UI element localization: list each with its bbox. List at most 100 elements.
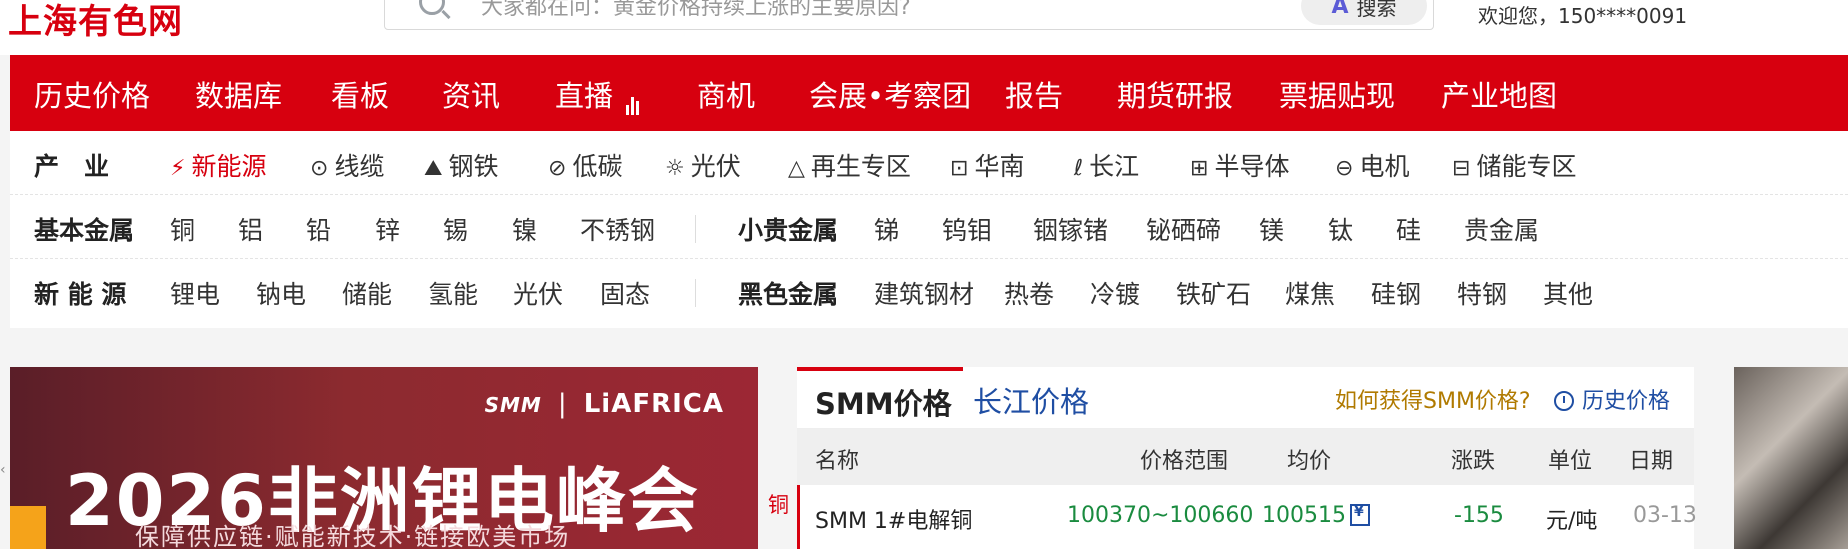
- category-energy-storage[interactable]: ⊟ 储能专区: [1452, 147, 1576, 183]
- metal-group-label: 铜: [768, 493, 789, 517]
- nav-item-database[interactable]: 数据库: [195, 73, 282, 115]
- leaf-icon: ⊘: [548, 156, 567, 181]
- table-row[interactable]: SMM 1#电解铜 100370~100660 100515 -155 元/吨 …: [797, 485, 1697, 549]
- category-copper[interactable]: 铜: [170, 211, 195, 247]
- category-new-energy[interactable]: ⚡ 新能源: [170, 147, 266, 183]
- search-input[interactable]: 大家都在问：黄金价格持续上涨的主要原因?: [481, 0, 911, 21]
- search-bar[interactable]: 大家都在问：黄金价格持续上涨的主要原因? A 搜索: [384, 0, 1434, 30]
- price-table-header: 名称 价格范围 均价 涨跌 单位 日期: [797, 429, 1694, 485]
- how-to-get-price-link[interactable]: 如何获得SMM价格?: [1335, 383, 1531, 415]
- category-south-china[interactable]: ⊡ 华南: [950, 147, 1024, 183]
- category-indium-gallium-germanium[interactable]: 铟镓锗: [1033, 211, 1108, 247]
- category-silicon-steel[interactable]: 硅钢: [1371, 275, 1421, 311]
- category-motor[interactable]: ⊖ 电机: [1335, 147, 1409, 183]
- category-recycling[interactable]: △ 再生专区: [788, 147, 911, 183]
- category-storage[interactable]: 储能: [342, 275, 392, 311]
- category-pv[interactable]: ☼ 光伏: [665, 147, 741, 183]
- nav-item-bill-discount[interactable]: 票据贴现: [1279, 73, 1395, 115]
- nav-item-reports[interactable]: 报告: [1005, 73, 1063, 115]
- category-title-ferrous-metals: 黑色金属: [738, 280, 839, 309]
- river-icon: ℓ: [1074, 156, 1084, 181]
- category-photovoltaic[interactable]: 光伏: [513, 275, 563, 311]
- category-panel: 产 业 ⚡ 新能源 ⊙ 线缆 ⛰ 钢铁 ⊘ 低碳 ☼ 光伏 △ 再生专区 ⊡ 华南 ℓ 长江 ⊞…: [10, 131, 1848, 328]
- category-nickel[interactable]: 镍: [512, 211, 537, 247]
- category-sodium-battery[interactable]: 钠电: [256, 275, 306, 311]
- carousel-prev-icon[interactable]: ‹: [0, 462, 6, 478]
- nav-item-industry-map[interactable]: 产业地图: [1441, 73, 1557, 115]
- search-button[interactable]: A 搜索: [1301, 0, 1427, 25]
- sun-icon: ☼: [665, 156, 685, 181]
- row-name[interactable]: SMM 1#电解铜: [815, 503, 972, 535]
- row-unit: 元/吨: [1546, 509, 1598, 534]
- nav-item-exhibition[interactable]: 会展•考察团: [809, 73, 971, 115]
- recycle-icon: △: [788, 156, 805, 181]
- category-cold-galvanized[interactable]: 冷镀: [1090, 275, 1140, 311]
- site-logo[interactable]: 上海有色网: [8, 0, 183, 43]
- banner-smm-logo: SMM: [484, 393, 542, 417]
- category-iron-ore[interactable]: 铁矿石: [1176, 275, 1251, 311]
- battery-icon: ⚡: [170, 156, 186, 181]
- tab-changjiang-price[interactable]: 长江价格: [973, 379, 1089, 421]
- category-low-carbon[interactable]: ⊘ 低碳: [548, 147, 622, 183]
- category-precious-metals[interactable]: 贵金属: [1464, 211, 1539, 247]
- nav-item-live-label: 直播: [555, 79, 614, 113]
- live-bars-icon: [626, 81, 641, 115]
- category-row-industry: 产 业 ⚡ 新能源 ⊙ 线缆 ⛰ 钢铁 ⊘ 低碳 ☼ 光伏 △ 再生专区 ⊡ 华南 ℓ 长江 ⊞…: [10, 131, 1848, 195]
- category-steel[interactable]: ⛰ 钢铁: [424, 147, 499, 183]
- steel-icon: ⛰: [424, 156, 443, 181]
- category-special-steel[interactable]: 特钢: [1457, 275, 1507, 311]
- row-range: 100370~100660: [1067, 503, 1254, 528]
- side-promo-image[interactable]: [1734, 367, 1848, 549]
- search-icon: [419, 0, 445, 15]
- nav-item-dashboard[interactable]: 看板: [331, 73, 389, 115]
- search-button-label: 搜索: [1356, 0, 1397, 20]
- nav-item-history-price[interactable]: 历史价格: [34, 73, 150, 115]
- nav-item-futures[interactable]: 期货研报: [1117, 73, 1233, 115]
- category-lead[interactable]: 铅: [306, 211, 331, 247]
- map-icon: ⊡: [950, 156, 969, 181]
- category-tin[interactable]: 锡: [443, 211, 468, 247]
- floating-side-tab[interactable]: [10, 506, 46, 549]
- category-bismuth-selenium-tellurium[interactable]: 铋硒碲: [1146, 211, 1221, 247]
- column-name: 名称: [815, 449, 860, 474]
- history-price-link[interactable]: 历史价格: [1554, 383, 1670, 415]
- banner-subline: 保障供应链·赋能新技术·链接欧美市场: [135, 523, 571, 549]
- category-other[interactable]: 其他: [1543, 275, 1593, 311]
- category-title-industry: 产 业: [34, 152, 110, 181]
- nav-item-news[interactable]: 资讯: [442, 73, 500, 115]
- category-row-new-energy: 新 能 源 锂电 钠电 储能 氢能 光伏 固态 黑色金属 建筑钢材 热卷 冷镀 …: [10, 259, 1848, 323]
- page: 上海有色网 大家都在问：黄金价格持续上涨的主要原因? A 搜索 欢迎您，150*…: [0, 0, 1848, 549]
- nav-item-live[interactable]: 直播: [555, 73, 641, 115]
- price-calendar-icon[interactable]: [1349, 504, 1370, 526]
- category-tungsten-molybdenum[interactable]: 钨钼: [942, 211, 992, 247]
- price-tabs: SMM价格 长江价格 如何获得SMM价格? 历史价格: [797, 367, 1694, 429]
- category-stainless-steel[interactable]: 不锈钢: [580, 211, 655, 247]
- category-yangtze[interactable]: ℓ 长江: [1074, 147, 1139, 183]
- category-aluminum[interactable]: 铝: [238, 211, 263, 247]
- category-cable[interactable]: ⊙ 线缆: [310, 147, 384, 183]
- category-coal-coke[interactable]: 煤焦: [1285, 275, 1335, 311]
- banner-brand-name: LiAFRICA: [583, 389, 724, 419]
- tab-smm-price[interactable]: SMM价格: [797, 367, 963, 429]
- welcome-text[interactable]: 欢迎您，150****0091: [1478, 0, 1687, 29]
- category-lithium-battery[interactable]: 锂电: [170, 275, 220, 311]
- category-semiconductor[interactable]: ⊞ 半导体: [1190, 147, 1289, 183]
- column-unit: 单位: [1548, 449, 1593, 474]
- ai-icon: A: [1331, 0, 1349, 19]
- nav-item-business[interactable]: 商机: [697, 73, 755, 115]
- category-silicon[interactable]: 硅: [1396, 211, 1421, 247]
- category-hydrogen[interactable]: 氢能: [428, 275, 478, 311]
- category-title-new-energy: 新 能 源: [34, 280, 127, 309]
- category-antimony[interactable]: 锑: [874, 211, 899, 247]
- category-divider: [695, 279, 696, 307]
- promo-banner[interactable]: SMM | LiAFRICA 2026非洲锂电峰会 保障供应链·赋能新技术·链接…: [10, 367, 758, 549]
- category-titanium[interactable]: 钛: [1328, 211, 1353, 247]
- category-hot-rolled-coil[interactable]: 热卷: [1004, 275, 1054, 311]
- clock-icon: [1554, 391, 1574, 411]
- category-magnesium[interactable]: 镁: [1259, 211, 1284, 247]
- category-zinc[interactable]: 锌: [375, 211, 400, 247]
- category-construction-steel[interactable]: 建筑钢材: [874, 275, 974, 311]
- category-divider: [695, 215, 696, 243]
- motor-icon: ⊖: [1335, 156, 1354, 181]
- category-solid-state[interactable]: 固态: [600, 275, 650, 311]
